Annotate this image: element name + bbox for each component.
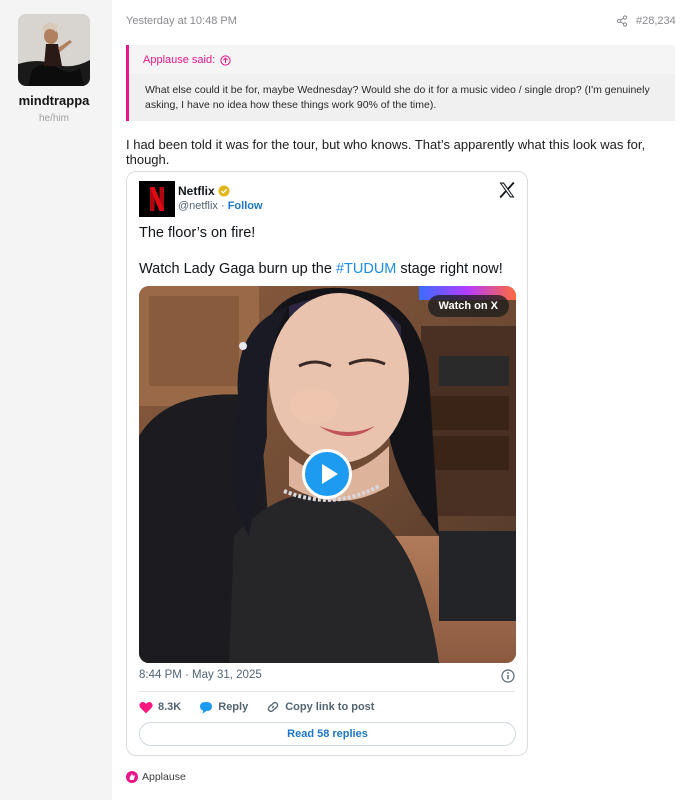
- avatar[interactable]: [18, 14, 90, 86]
- tweet-line-2-start: Watch Lady Gaga burn up the: [139, 261, 336, 277]
- reply-bubble-icon: [200, 701, 213, 714]
- arrow-up-circle-icon[interactable]: [220, 54, 231, 66]
- post-timestamp[interactable]: Yesterday at 10:48 PM: [126, 15, 237, 27]
- share-icon[interactable]: [616, 15, 628, 27]
- play-button[interactable]: [302, 449, 352, 499]
- like-action[interactable]: 8.3K: [139, 701, 181, 714]
- video-thumbnail[interactable]: Watch on X: [139, 286, 516, 663]
- quote-block: Applause said: What else could it be for…: [126, 45, 675, 121]
- verified-icon: [218, 185, 230, 197]
- tweet-line-1: The floor’s on fire!: [139, 225, 256, 241]
- reply-action[interactable]: Reply: [199, 701, 248, 714]
- handle-separator: ·: [220, 200, 225, 212]
- username[interactable]: mindtrappa: [0, 93, 108, 108]
- post-number[interactable]: #28,234: [636, 15, 676, 27]
- copy-link-action[interactable]: Copy link to post: [266, 700, 374, 714]
- tweet-divider: [139, 691, 515, 692]
- read-replies-button[interactable]: Read 58 replies: [139, 722, 516, 746]
- like-count: 8.3K: [158, 701, 182, 713]
- tweet-author-label[interactable]: Netflix: [178, 184, 215, 198]
- embedded-tweet: Netflix @netflix · Follow The floor’s on…: [126, 171, 528, 756]
- reaction-summary[interactable]: Applause: [126, 771, 186, 783]
- tweet-line-2: Watch Lady Gaga burn up the #TUDUM stage…: [139, 261, 503, 277]
- tweet-actions: 8.3K Reply Copy link to post: [139, 699, 392, 715]
- link-icon: [267, 701, 279, 713]
- reply-label: Reply: [218, 701, 249, 713]
- tweet-handle[interactable]: @netflix: [178, 200, 218, 212]
- tweet-line-2-end: stage right now!: [396, 261, 503, 277]
- tweet-timestamp[interactable]: 8:44 PM · May 31, 2025: [139, 669, 262, 681]
- hashtag-link[interactable]: #TUDUM: [336, 261, 396, 277]
- reaction-label[interactable]: Applause: [142, 771, 186, 783]
- tweet-handle-row: @netflix · Follow: [178, 200, 263, 212]
- netflix-logo[interactable]: [139, 181, 175, 217]
- post-text: I had been told it was for the tour, but…: [126, 137, 646, 167]
- copy-link-label: Copy link to post: [285, 701, 375, 713]
- info-icon[interactable]: [501, 669, 515, 683]
- x-logo-icon[interactable]: [498, 181, 516, 199]
- quote-author[interactable]: Applause said:: [143, 54, 231, 66]
- quote-body: What else could it be for, maybe Wednesd…: [129, 74, 675, 121]
- follow-link[interactable]: Follow: [228, 200, 263, 212]
- user-pronouns: he/him: [38, 113, 69, 124]
- applause-icon: [126, 771, 138, 783]
- play-icon: [322, 464, 338, 484]
- quote-author-label[interactable]: Applause said:: [143, 54, 215, 66]
- tweet-author-name[interactable]: Netflix: [178, 184, 230, 198]
- watch-on-x-button[interactable]: Watch on X: [427, 295, 509, 317]
- user-sidebar: mindtrappa he/him: [0, 0, 112, 800]
- heart-icon: [139, 701, 153, 713]
